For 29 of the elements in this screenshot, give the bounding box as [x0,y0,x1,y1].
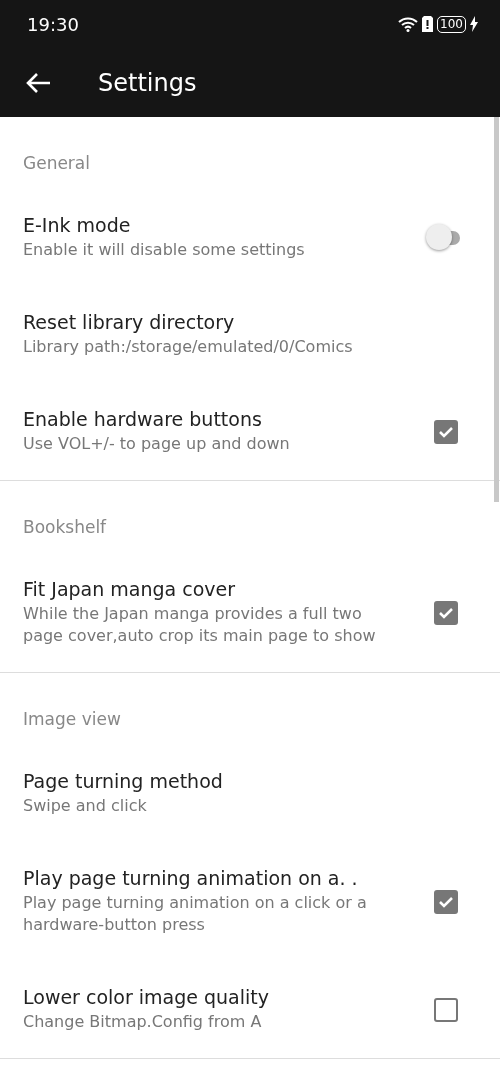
section-header: General [23,153,90,173]
checkbox[interactable] [434,600,458,625]
battery-level: 100 [437,15,466,33]
section-header: Bookshelf [23,517,107,537]
setting-summary: Swipe and click [23,795,147,817]
setting-title[interactable]: E-Ink mode [23,214,131,236]
setting-title[interactable]: Page turning method [23,770,223,792]
screen-title: Settings [98,68,197,97]
setting-title[interactable]: Play page turning animation on a. . [23,867,358,889]
setting-summary: While the Japan manga provides a full two page cover,auto crop its main page to show [23,603,377,647]
setting-summary: Enable it will disable some settings [23,239,305,261]
section-header: Image view [23,709,121,729]
checkbox[interactable] [434,889,458,914]
setting-title[interactable]: Fit Japan manga cover [23,578,236,600]
back-icon[interactable] [26,71,52,94]
clock: 19:30 [27,13,79,35]
checkbox[interactable] [434,419,458,444]
toggle-switch[interactable] [426,223,460,252]
charging-icon [470,16,478,32]
wifi-icon [398,16,419,32]
setting-title[interactable]: Reset library directory [23,311,235,333]
setting-title[interactable]: Enable hardware buttons [23,408,262,430]
setting-summary: Library path:/storage/emulated/0/Comics [23,336,353,358]
setting-summary: Use VOL+/- to page up and down [23,433,290,455]
setting-summary: Play page turning animation on a click or a hardware-button press [23,892,368,936]
setting-summary: Change Bitmap.Config from A [23,1011,262,1033]
checkbox[interactable] [434,997,458,1022]
sim-alert-icon [422,16,434,32]
setting-title[interactable]: Lower color image quality [23,986,269,1008]
